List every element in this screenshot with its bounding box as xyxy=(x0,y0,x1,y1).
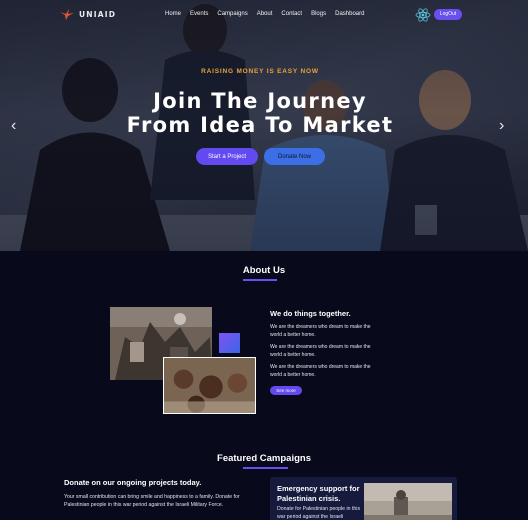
nav-links: Home Events Campaigns About Contact Blog… xyxy=(165,11,364,17)
campaign-card-image xyxy=(364,483,452,520)
about-accent-square xyxy=(219,333,240,353)
top-navbar: UNIAID Home Events Campaigns About Conta… xyxy=(0,0,528,30)
nav-link-dashboard[interactable]: Dashboard xyxy=(335,11,364,17)
eagle-logo-icon xyxy=(60,9,74,20)
see-more-button[interactable]: See more xyxy=(270,386,302,395)
campaign-card-text: Donate for Palestinian people in this wa… xyxy=(277,506,361,520)
hero-title: Join The Journey From Idea To Market xyxy=(0,89,520,137)
campaigns-intro-text: Your small contribution can bring smile … xyxy=(64,494,240,508)
donate-now-button[interactable]: Donate Now xyxy=(264,148,325,165)
nav-link-contact[interactable]: Contact xyxy=(281,11,302,17)
brand-name: UNIAID xyxy=(79,9,117,19)
about-paragraph: We are the dreamers who dream to make th… xyxy=(270,324,371,338)
nav-link-about[interactable]: About xyxy=(257,11,273,17)
brand-logo[interactable]: UNIAID xyxy=(60,8,116,20)
hero-title-line1: Join The Journey xyxy=(153,89,367,113)
nav-link-campaigns[interactable]: Campaigns xyxy=(217,11,247,17)
about-paragraph: We are the dreamers who dream to make th… xyxy=(270,364,371,378)
nav-link-blogs[interactable]: Blogs xyxy=(311,11,326,17)
hero-eyebrow: RAISING MONEY IS EASY NOW xyxy=(201,68,319,75)
campaign-card-title: Emergency support for Palestinian crisis… xyxy=(277,484,360,503)
about-section-title: About Us xyxy=(242,265,286,276)
start-project-button[interactable]: Start a Project xyxy=(196,148,258,165)
hero-banner: ‹ › RAISING MONEY IS EASY NOW Join The J… xyxy=(0,0,528,251)
campaigns-title-underline xyxy=(243,467,288,469)
hero-title-line2: From Idea To Market xyxy=(126,113,394,137)
nav-link-home[interactable]: Home xyxy=(165,11,181,17)
logout-button[interactable]: LogOut xyxy=(434,9,462,20)
about-paragraph: We are the dreamers who dream to make th… xyxy=(270,344,371,358)
campaigns-intro-title: Donate on our ongoing projects today. xyxy=(64,478,202,487)
campaign-card[interactable]: Emergency support for Palestinian crisis… xyxy=(270,477,457,520)
react-icon xyxy=(415,8,431,22)
nav-link-events[interactable]: Events xyxy=(190,11,208,17)
campaigns-section-title: Featured Campaigns xyxy=(217,453,311,464)
about-children-image xyxy=(163,357,256,414)
about-title-underline xyxy=(243,279,277,281)
about-heading: We do things together. xyxy=(270,309,351,318)
